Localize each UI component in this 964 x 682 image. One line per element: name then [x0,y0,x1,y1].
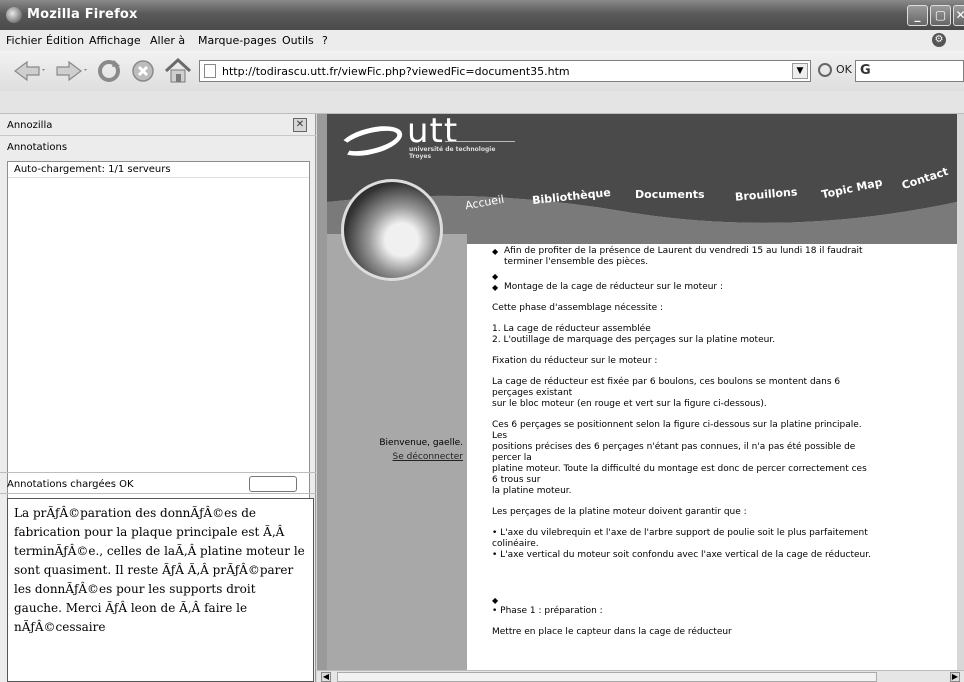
article-line: sur le bloc moteur (en rouge et vert sur… [492,399,767,409]
menu-aller[interactable]: Aller à [150,34,185,47]
page-icon [204,64,216,78]
article-line: platine moteur. Toute la difficulté du m… [492,464,867,485]
home-button[interactable] [163,57,193,85]
status-field [249,476,297,492]
back-arrow-icon [14,60,45,82]
annozilla-sidebar: Annozilla ✕ Annotations Auto-chargement:… [0,114,316,682]
article-line: colinéaire. [492,539,539,549]
article-paragraph: Montage de la cage de réducteur sur le m… [492,282,872,293]
navigation-toolbar: http://todirascu.utt.fr/viewFic.php?view… [0,51,964,91]
forward-button[interactable] [53,57,91,85]
logout-link[interactable]: Se déconnecter [327,452,463,462]
sidebar-close-icon[interactable]: ✕ [293,118,307,132]
title-bar: Mozilla Firefox _ ▢ ✕ [0,0,964,30]
annotations-label: Annotations [7,142,68,153]
article-paragraph: • L'axe du vilebrequin et l'axe de l'arb… [492,528,872,561]
article-line: positions précises des 6 perçages n'étan… [492,442,856,463]
article-paragraph: Cette phase d'assemblage nécessite : [492,303,664,313]
page-content: utt université de technologie Troyes Accu… [317,114,964,682]
sidebar-status-bar: Annotations chargées OK [0,472,316,494]
sidebar-title: Annozilla [7,120,53,131]
article-line: • L'axe du vilebrequin et l'axe de l'arb… [492,528,868,538]
article-paragraph: Ces 6 perçages se positionnent selon la … [492,420,872,497]
welcome-text: Bienvenue, gaelle. [379,438,463,448]
logo-subtitle-line2: Troyes [409,153,432,160]
bookmarks-toolbar [0,91,964,114]
article-line: 1. La cage de réducteur assemblée [492,324,651,334]
forward-arrow-icon [56,60,87,82]
logo-subtitle-line1: université de technologie [409,146,496,153]
go-label: OK [836,63,852,76]
go-icon [818,63,832,77]
maximize-button[interactable]: ▢ [930,5,951,26]
article-empty-bullet [492,595,872,606]
article-paragraph: Afin de profiter de la présence de Laure… [492,246,872,268]
stop-icon [132,60,154,82]
list-item[interactable]: Auto-chargement: 1/1 serveurs [8,162,309,178]
home-icon [164,58,192,83]
menu-edition[interactable]: Édition [46,34,84,47]
close-button[interactable]: ✕ [953,5,964,26]
annotation-note[interactable]: La prÃƒÂ©paration des donnÃƒÂ©es de fabr… [7,498,314,682]
utt-site: utt université de technologie Troyes Accu… [327,114,957,670]
menu-outils[interactable]: Outils [282,34,314,47]
address-bar[interactable]: http://todirascu.utt.fr/viewFic.php?view… [199,60,811,82]
throbber-icon: ⚙ [932,33,946,47]
article-line: la platine moteur. [492,486,572,496]
url-text[interactable]: http://todirascu.utt.fr/viewFic.php?view… [222,65,570,78]
article-paragraph: 1. La cage de réducteur assemblée 2. L'ou… [492,324,872,346]
menu-help[interactable]: ? [322,34,328,47]
article-line: 2. L'outillage de marquage des perçages … [492,335,776,345]
horizontal-scrollbar[interactable]: ◀ ▶ [317,670,964,682]
scroll-right-icon[interactable]: ▶ [950,672,960,682]
sidebar-header: Annozilla [0,114,316,136]
menu-marque-pages[interactable]: Marque-pages [198,34,276,47]
stop-button[interactable] [129,57,157,85]
scroll-left-icon[interactable]: ◀ [321,672,331,682]
browser-window: Mozilla Firefox _ ▢ ✕ Fichier Édition Af… [0,0,964,682]
article-empty-bullet [492,271,872,282]
vertical-scrollbar[interactable] [957,114,964,682]
menu-affichage[interactable]: Affichage [89,34,141,47]
scrollbar-thumb[interactable] [337,672,877,682]
left-column: Bienvenue, gaelle. Se déconnecter [327,179,467,670]
article: Afin de profiter de la présence de Laure… [492,246,872,648]
header-photo [341,179,443,281]
reload-icon [98,60,120,82]
menu-fichier[interactable]: Fichier [6,34,42,47]
article-paragraph: Fixation du réducteur sur le moteur : [492,356,658,366]
go-button[interactable]: OK [818,63,852,77]
menu-bar: Fichier Édition Affichage Aller à Marque… [0,30,964,51]
window-title: Mozilla Firefox [27,7,138,22]
logo-subtitle: université de technologie Troyes [409,146,495,160]
article-paragraph: Les perçages de la platine moteur doiven… [492,507,747,517]
search-engine-label: G [860,63,871,78]
status-text: Annotations chargées OK [7,479,134,490]
logo-divider [445,141,515,142]
article-line: • L'axe vertical du moteur soit confondu… [492,550,871,560]
article-line: La cage de réducteur est fixée par 6 bou… [492,377,841,398]
minimize-button[interactable]: _ [907,5,928,26]
nav-documents[interactable]: Documents [635,188,705,201]
url-dropdown-button[interactable]: ▼ [792,63,808,79]
article-paragraph: Mettre en place le capteur dans la cage … [492,627,732,637]
article-paragraph: • Phase 1 : préparation : [492,606,603,616]
back-button[interactable] [10,57,50,85]
article-line: Ces 6 perçages se positionnent selon la … [492,420,862,441]
search-box[interactable]: G [855,60,964,82]
article-paragraph: La cage de réducteur est fixée par 6 bou… [492,377,872,410]
reload-button[interactable] [94,57,124,85]
firefox-icon [6,7,22,23]
utt-swoosh-icon [336,120,406,162]
